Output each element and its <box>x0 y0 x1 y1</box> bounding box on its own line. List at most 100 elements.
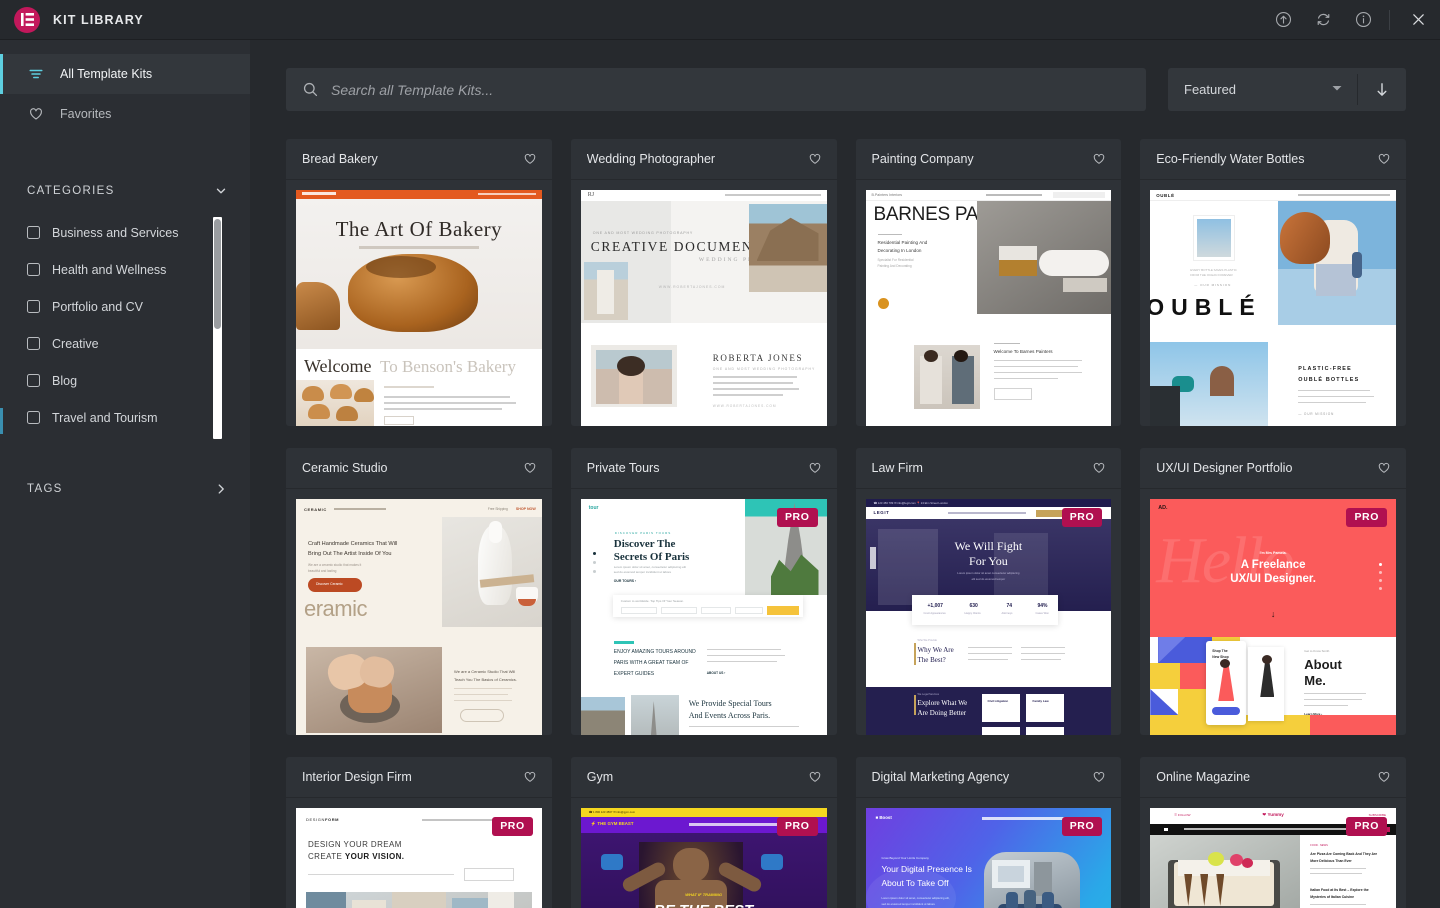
kit-card[interactable]: Gym PRO ☎ 1 800 123 4567 ✉ info@gym.com <box>571 757 837 908</box>
titlebar-divider <box>1389 10 1390 30</box>
kit-card-header: Law Firm <box>856 448 1122 489</box>
search-box[interactable] <box>286 68 1146 111</box>
tags-heading: TAGS <box>27 483 63 495</box>
favorite-heart-icon[interactable] <box>808 461 822 475</box>
kit-title: Painting Company <box>872 152 974 166</box>
favorite-heart-icon[interactable] <box>808 770 822 784</box>
kit-card[interactable]: Interior Design Firm PRO DESIGNFORM DESI… <box>286 757 552 908</box>
checkbox-icon[interactable] <box>27 263 40 276</box>
categories-scrollbar-thumb[interactable] <box>214 219 221 329</box>
kit-thumbnail: RJ ONE AND MOST WEDDING PHOTOGRAPHY CREA… <box>581 190 827 426</box>
favorite-heart-icon[interactable] <box>523 152 537 166</box>
checkbox-icon[interactable] <box>27 337 40 350</box>
category-label: Health and Wellness <box>52 263 166 277</box>
kit-thumbnail-wrap: PRO AD. Hello I'm Mrs Pamela. A Freelanc… <box>1140 489 1406 735</box>
categories-scrollbar[interactable] <box>213 217 222 439</box>
upload-icon[interactable] <box>1263 0 1303 40</box>
search-input[interactable] <box>331 82 1130 98</box>
category-item-health-and-wellness[interactable]: Health and Wellness <box>27 251 224 288</box>
category-item-blog[interactable]: Blog <box>27 362 224 399</box>
sidebar-item-all-template-kits[interactable]: All Template Kits <box>0 54 250 94</box>
chevron-right-icon <box>214 482 228 496</box>
search-icon <box>302 81 319 98</box>
kit-card[interactable]: Painting Company B.Painters Interiors <box>856 139 1122 426</box>
template-preview-law-firm: ☎ 123 456 789 ✉ info@legit.com 📍 24 Elm … <box>866 499 1112 735</box>
category-item-portfolio-and-cv[interactable]: Portfolio and CV <box>27 288 224 325</box>
chevron-down-icon <box>214 184 228 198</box>
kit-card[interactable]: Private Tours PRO tour <box>571 448 837 735</box>
kit-title: Private Tours <box>587 461 660 475</box>
pro-badge: PRO <box>1346 817 1387 836</box>
template-preview-wedding-photographer: RJ ONE AND MOST WEDDING PHOTOGRAPHY CREA… <box>581 190 827 426</box>
kit-card[interactable]: Online Magazine PRO ☰ FOLLOW ❤ Yummy <box>1140 757 1406 908</box>
kit-card-header: Interior Design Firm <box>286 757 552 798</box>
kit-card-header: Gym <box>571 757 837 798</box>
kit-card[interactable]: Eco-Friendly Water Bottles OUBLÉ <box>1140 139 1406 426</box>
kit-title: UX/UI Designer Portfolio <box>1156 461 1292 475</box>
kit-card[interactable]: UX/UI Designer Portfolio PRO AD. Hello <box>1140 448 1406 735</box>
favorite-heart-icon[interactable] <box>1092 152 1106 166</box>
checkbox-icon[interactable] <box>27 374 40 387</box>
kit-thumbnail-wrap: PRO ☎ 1 800 123 4567 ✉ info@gym.com ⚡ TH… <box>571 798 837 908</box>
favorite-heart-icon[interactable] <box>1377 461 1391 475</box>
elementor-logo-icon <box>14 7 40 33</box>
kit-thumbnail-wrap: PRO tour DISCOVER PARIS TOURS Discover T… <box>571 489 837 735</box>
kit-card-header: UX/UI Designer Portfolio <box>1140 448 1406 489</box>
favorite-heart-icon[interactable] <box>1377 770 1391 784</box>
kit-title: Eco-Friendly Water Bottles <box>1156 152 1304 166</box>
favorite-heart-icon[interactable] <box>808 152 822 166</box>
favorite-heart-icon[interactable] <box>523 770 537 784</box>
kit-card-header: Wedding Photographer <box>571 139 837 180</box>
kit-card-header: Private Tours <box>571 448 837 489</box>
category-label: Portfolio and CV <box>52 300 143 314</box>
kit-card[interactable]: Digital Marketing Agency PRO ■ Boost <box>856 757 1122 908</box>
category-item-business-and-services[interactable]: Business and Services <box>27 214 224 251</box>
sync-icon[interactable] <box>1303 0 1343 40</box>
category-label: Business and Services <box>52 226 178 240</box>
category-item-travel-and-tourism[interactable]: Travel and Tourism <box>27 399 224 436</box>
checkbox-icon[interactable] <box>27 226 40 239</box>
checkbox-icon[interactable] <box>27 411 40 424</box>
kit-thumbnail-wrap: OUBLÉ EVERY BOTTLE SAVES PLASTIC FROM TH… <box>1140 180 1406 426</box>
window-body: All Template Kits Favorites CATEGORIES <box>0 40 1440 908</box>
sidebar-item-label: All Template Kits <box>60 67 152 81</box>
kit-title: Digital Marketing Agency <box>872 770 1010 784</box>
kit-thumbnail: PRO DESIGNFORM DESIGN YOUR DREAM CREATE … <box>296 808 542 908</box>
sidebar: All Template Kits Favorites CATEGORIES <box>0 40 250 908</box>
checkbox-icon[interactable] <box>27 300 40 313</box>
close-icon[interactable] <box>1396 0 1440 40</box>
template-preview-uxui-portfolio: AD. Hello I'm Mrs Pamela. A Freelance UX… <box>1150 499 1396 735</box>
kit-thumbnail-wrap: B.Painters Interiors BARNES PAINTERS <box>856 180 1122 426</box>
categories-section-header[interactable]: CATEGORIES <box>0 176 250 206</box>
kit-card[interactable]: Ceramic Studio CERAMIC Free Shipping SHO… <box>286 448 552 735</box>
favorite-heart-icon[interactable] <box>1092 461 1106 475</box>
kit-card[interactable]: Law Firm PRO ☎ 123 456 789 ✉ info@legit.… <box>856 448 1122 735</box>
sidebar-item-favorites[interactable]: Favorites <box>0 94 250 134</box>
favorite-heart-icon[interactable] <box>1092 770 1106 784</box>
app-title: KIT LIBRARY <box>53 13 144 27</box>
sort-dropdown[interactable]: Featured <box>1168 68 1357 111</box>
kit-card[interactable]: Bread Bakery The Art Of B <box>286 139 552 426</box>
kit-card-header: Ceramic Studio <box>286 448 552 489</box>
kit-thumbnail-wrap: PRO ☰ FOLLOW ❤ Yummy SUBSCRIBE <box>1140 798 1406 908</box>
kit-thumbnail-wrap: PRO DESIGNFORM DESIGN YOUR DREAM CREATE … <box>286 798 552 908</box>
chevron-down-icon <box>1331 82 1343 97</box>
kit-title: Gym <box>587 770 613 784</box>
category-item-creative[interactable]: Creative <box>27 325 224 362</box>
tags-section-header[interactable]: TAGS <box>0 474 250 504</box>
kit-title: Law Firm <box>872 461 923 475</box>
kit-thumbnail-wrap: PRO ☎ 123 456 789 ✉ info@legit.com 📍 24 … <box>856 489 1122 735</box>
main-content: Featured <box>250 40 1440 908</box>
kit-thumbnail: PRO ☎ 1 800 123 4567 ✉ info@gym.com ⚡ TH… <box>581 808 827 908</box>
kit-thumbnail-wrap: RJ ONE AND MOST WEDDING PHOTOGRAPHY CREA… <box>571 180 837 426</box>
pro-badge: PRO <box>1346 508 1387 527</box>
sort-direction-button[interactable] <box>1358 68 1406 111</box>
kit-thumbnail: PRO AD. Hello I'm Mrs Pamela. A Freelanc… <box>1150 499 1396 735</box>
category-label: Creative <box>52 337 99 351</box>
category-label: Blog <box>52 374 77 388</box>
heart-icon <box>28 106 50 122</box>
favorite-heart-icon[interactable] <box>1377 152 1391 166</box>
favorite-heart-icon[interactable] <box>523 461 537 475</box>
kit-card[interactable]: Wedding Photographer RJ ON <box>571 139 837 426</box>
info-icon[interactable] <box>1343 0 1383 40</box>
